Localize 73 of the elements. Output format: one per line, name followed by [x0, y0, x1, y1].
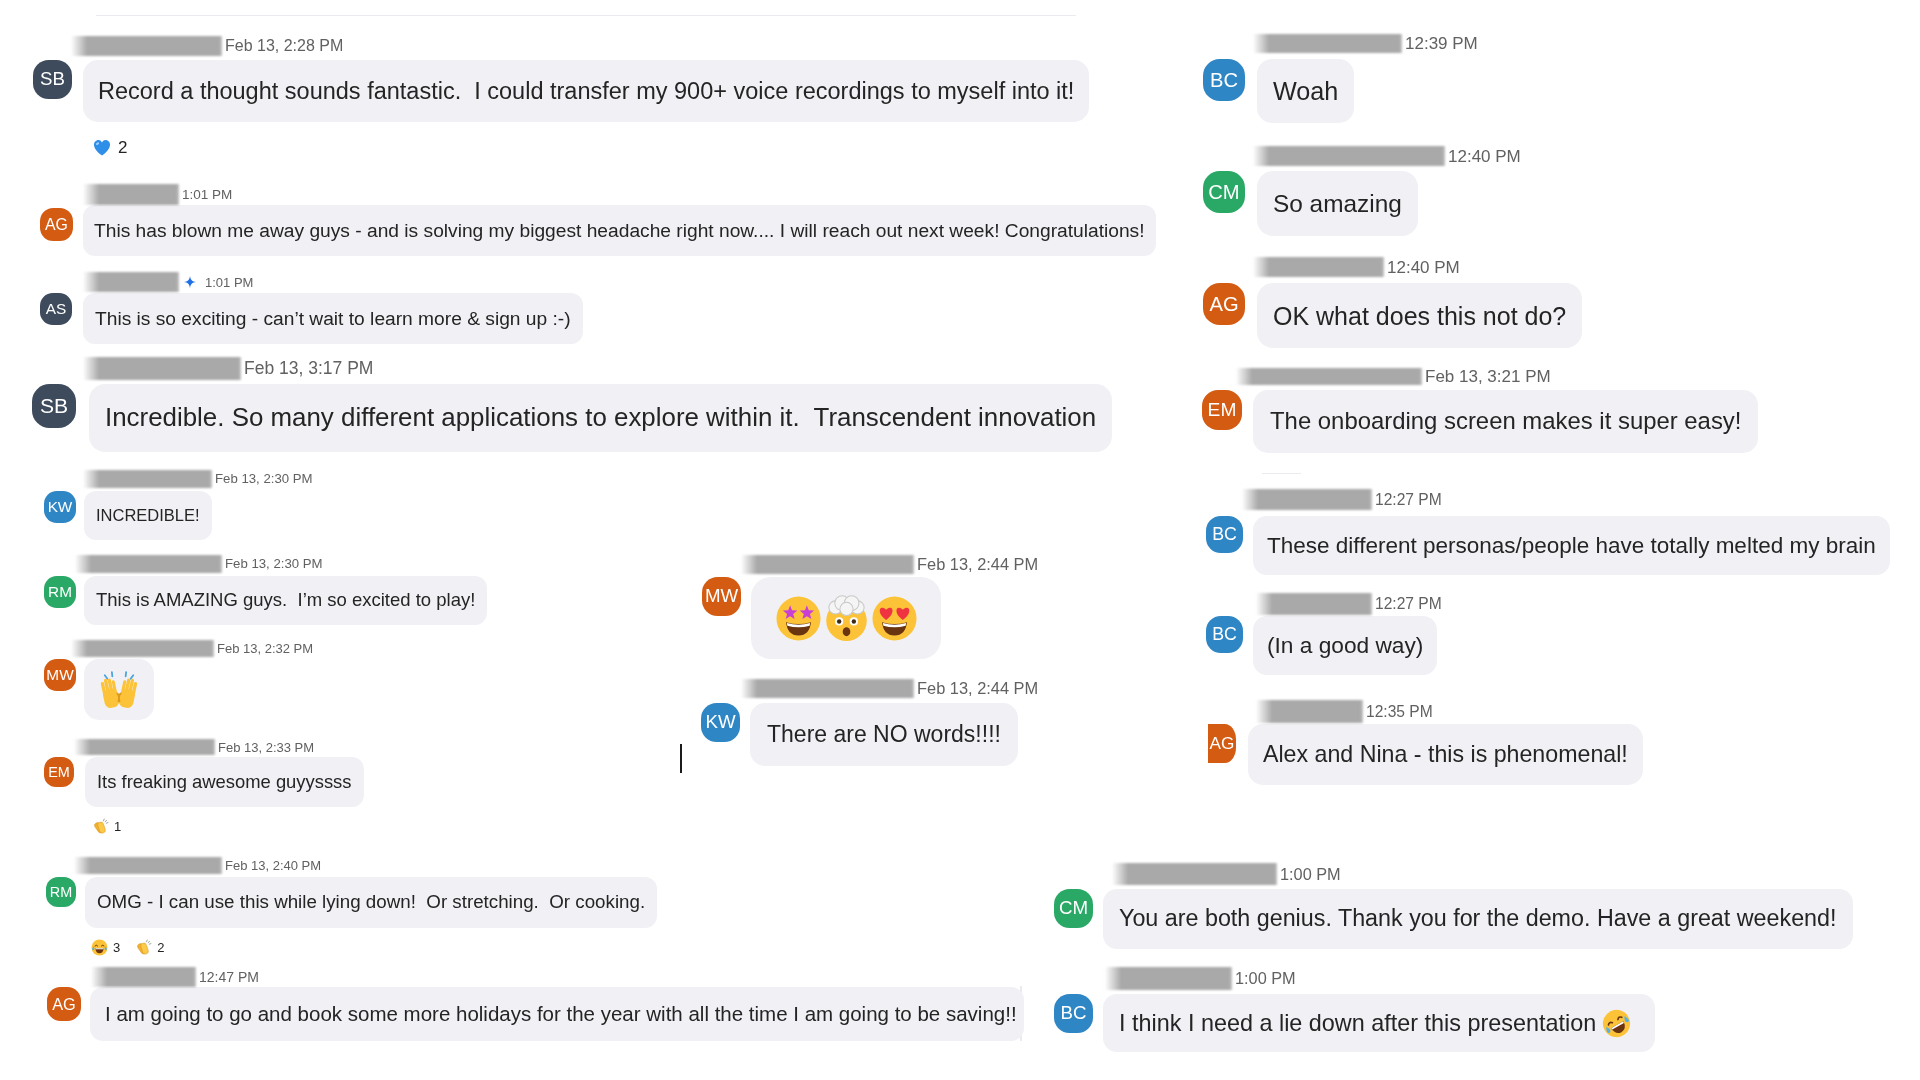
message-text: Incredible. So many different applications to explore within it. Transcendent innovation: [105, 402, 1097, 434]
message-text: Alex and Nina - this is phenomenal!: [1263, 740, 1628, 769]
raised-hands-icon: [100, 670, 138, 709]
timestamp: 12:27 PM: [1375, 491, 1442, 508]
timestamp: Feb 13, 3:17 PM: [244, 359, 374, 378]
message-text: Record a thought sounds fantastic. I could transfer my 900+ voice recordings to myself into it!: [98, 76, 1075, 106]
timestamp: Feb 13, 2:32 PM: [217, 642, 314, 655]
timestamp: Feb 13, 2:30 PM: [225, 557, 323, 571]
timestamp: 12:27 PM: [1375, 596, 1442, 612]
avatar: AG: [1203, 283, 1245, 325]
timestamp: 1:01 PM: [182, 187, 233, 202]
avatar: BC: [1054, 994, 1093, 1033]
star-eyes-face-icon: [774, 594, 822, 642]
timestamp: Feb 13, 2:30 PM: [215, 472, 313, 486]
avatar: KW: [701, 703, 740, 742]
tears-of-joy-face-icon: [91, 939, 108, 956]
reaction-button[interactable]: 1: [92, 818, 122, 835]
timestamp: Feb 13, 3:21 PM: [1425, 368, 1551, 385]
message-text: Woah: [1273, 75, 1339, 107]
clapping-hands-icon: [135, 939, 153, 956]
avatar: RM: [44, 576, 76, 608]
timestamp: 12:40 PM: [1387, 258, 1460, 276]
timestamp: Feb 13, 2:40 PM: [225, 859, 322, 872]
avatar: BC: [1206, 516, 1243, 553]
avatar: AG: [40, 208, 73, 241]
timestamp: 12:39 PM: [1405, 35, 1478, 52]
timestamp: Feb 13, 2:33 PM: [218, 740, 315, 754]
reaction-button[interactable]: 2: [135, 939, 165, 956]
avatar: CM: [1203, 171, 1245, 213]
message-text: OK what does this not do?: [1273, 300, 1567, 331]
avatar: CM: [1054, 889, 1093, 928]
avatar: SB: [32, 384, 76, 428]
message-text: (In a good way): [1267, 631, 1424, 660]
avatar: MW: [44, 659, 76, 691]
message-text: So amazing: [1273, 188, 1402, 219]
timestamp: Feb 13, 2:44 PM: [917, 556, 1039, 573]
clapping-hands-icon: [92, 818, 109, 835]
timestamp: 1:00 PM: [1235, 970, 1296, 987]
reaction-button[interactable]: 3: [91, 939, 121, 956]
avatar: AG: [1208, 724, 1236, 763]
avatar: BC: [1206, 616, 1243, 653]
message-text: You are both genius. Thank you for the demo. Have a great weekend!: [1119, 905, 1837, 933]
avatar: EM: [44, 757, 74, 787]
timestamp: 1:01 PM: [205, 275, 254, 289]
message-text: The onboarding screen makes it super easy!: [1270, 407, 1742, 436]
avatar: RM: [46, 877, 76, 907]
message-text: This is so exciting - can’t wait to learn more & sign up :-): [95, 307, 571, 330]
avatar: AS: [40, 293, 72, 325]
timestamp: 12:35 PM: [1366, 703, 1433, 720]
message-text: I think I need a lie down after this presentation: [1119, 1008, 1597, 1038]
timestamp: 12:47 PM: [199, 970, 259, 984]
message-text: These different personas/people have totally melted my brain: [1267, 532, 1876, 559]
message-text: Its freaking awesome guyyssss: [97, 770, 352, 794]
timestamp: 12:40 PM: [1448, 147, 1521, 165]
avatar: SB: [33, 60, 72, 99]
rolling-laughing-face-icon: [1602, 1008, 1632, 1038]
timestamp: 1:00 PM: [1280, 865, 1341, 883]
message-text: There are NO words!!!!: [767, 720, 1001, 749]
message-text: This is AMAZING guys. I’m so excited to play!: [96, 589, 476, 612]
message-text: This has blown me away guys - and is solving my biggest headache right now.... I will reach out next week! Congratulations!: [94, 219, 1145, 242]
avatar: AG: [47, 987, 81, 1021]
avatar: KW: [44, 491, 76, 523]
avatar: EM: [1202, 390, 1242, 430]
timestamp: Feb 13, 2:44 PM: [917, 680, 1039, 697]
reaction-button[interactable]: 2: [91, 136, 128, 158]
heart-eyes-face-icon: [870, 594, 918, 642]
message-text: INCREDIBLE!: [96, 505, 200, 526]
avatar: BC: [1203, 59, 1245, 101]
message-text: OMG - I can use this while lying down! Or stretching. Or cooking.: [97, 891, 646, 914]
text-cursor: [680, 744, 682, 773]
timestamp: Feb 13, 2:28 PM: [225, 38, 344, 54]
avatar: MW: [702, 577, 741, 616]
message-text: I am going to go and book some more holidays for the year with all the time I am going to be saving!!: [105, 1001, 1017, 1027]
